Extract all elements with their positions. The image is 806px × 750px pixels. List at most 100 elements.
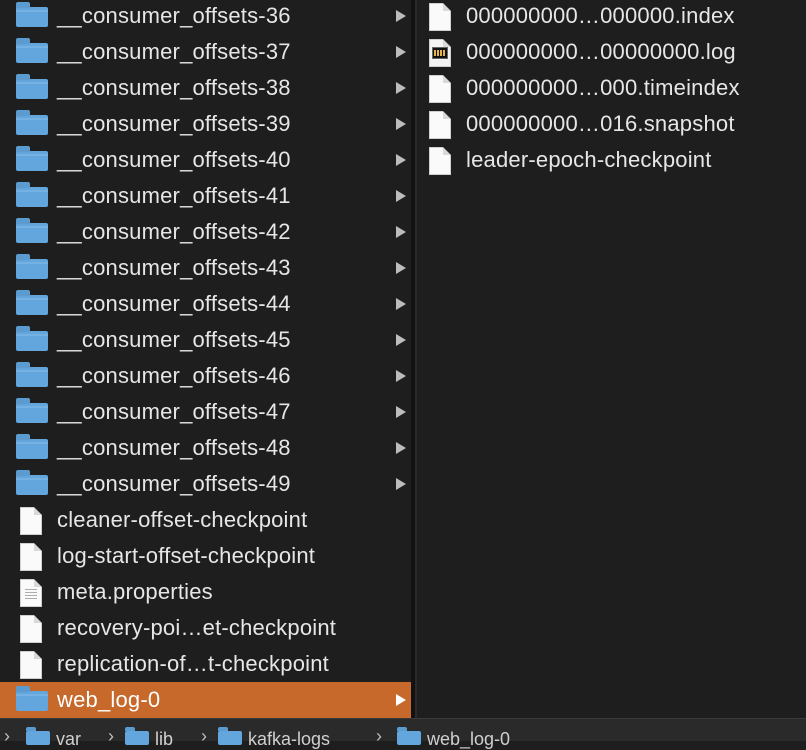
chevron-right-icon[interactable]	[396, 298, 406, 310]
right-file-list: 000000000…000000.index 000000000…00000000…	[415, 0, 806, 178]
item-label: __consumer_offsets-44	[57, 291, 291, 316]
folder-icon	[16, 38, 52, 65]
chevron-right-icon[interactable]	[396, 442, 406, 454]
folder-row[interactable]: __consumer_offsets-38	[0, 70, 411, 106]
chevron-right-icon[interactable]	[396, 226, 406, 238]
folder-icon	[16, 146, 52, 173]
item-label: __consumer_offsets-48	[57, 435, 291, 460]
folder-row[interactable]: __consumer_offsets-40	[0, 142, 411, 178]
item-label: leader-epoch-checkpoint	[466, 147, 712, 172]
document-icon	[425, 147, 461, 175]
file-row[interactable]: 000000000…016.snapshot	[415, 106, 806, 142]
document-icon	[16, 507, 52, 535]
item-label: 000000000…000.timeindex	[466, 75, 740, 100]
chevron-right-icon[interactable]	[396, 694, 406, 706]
folder-row[interactable]: __consumer_offsets-49	[0, 466, 411, 502]
item-label: 000000000…016.snapshot	[466, 111, 735, 136]
folder-icon	[16, 470, 52, 497]
folder-icon	[218, 727, 242, 745]
item-label: __consumer_offsets-42	[57, 219, 291, 244]
item-label: recovery-poi…et-checkpoint	[57, 615, 337, 640]
finder-column-left: __consumer_offsets-36 __consumer_offsets-…	[0, 0, 411, 718]
chevron-right-icon[interactable]	[396, 262, 406, 274]
item-label: __consumer_offsets-40	[57, 147, 291, 172]
item-label: 000000000…000000.index	[466, 3, 735, 28]
chevron-right-icon[interactable]	[396, 370, 406, 382]
folder-icon	[16, 434, 52, 461]
item-label: cleaner-offset-checkpoint	[57, 507, 308, 532]
file-row[interactable]: 000000000…000000.index	[415, 0, 806, 34]
folder-icon	[125, 727, 149, 745]
folder-icon	[16, 218, 52, 245]
folder-row[interactable]: __consumer_offsets-47	[0, 394, 411, 430]
document-icon	[16, 543, 52, 571]
item-label: __consumer_offsets-37	[57, 39, 291, 64]
folder-row[interactable]: __consumer_offsets-43	[0, 250, 411, 286]
file-row[interactable]: log-start-offset-checkpoint	[0, 538, 411, 574]
item-label: web_log-0	[57, 687, 161, 712]
chevron-right-icon[interactable]	[396, 334, 406, 346]
document-icon	[16, 615, 52, 643]
left-file-list: __consumer_offsets-36 __consumer_offsets-…	[0, 0, 411, 718]
path-separator: ›	[4, 726, 10, 746]
chevron-right-icon[interactable]	[396, 190, 406, 202]
item-label: __consumer_offsets-49	[57, 471, 291, 496]
chevron-right-icon[interactable]	[396, 118, 406, 130]
file-row[interactable]: replication-of…t-checkpoint	[0, 646, 411, 682]
folder-icon	[16, 290, 52, 317]
item-label: __consumer_offsets-46	[57, 363, 291, 388]
folder-icon	[16, 686, 52, 713]
file-row[interactable]: meta.properties	[0, 574, 411, 610]
item-label: meta.properties	[57, 579, 213, 604]
properties-document-icon	[16, 579, 52, 607]
file-row[interactable]: leader-epoch-checkpoint	[415, 142, 806, 178]
folder-icon	[16, 362, 52, 389]
folder-icon	[397, 727, 421, 745]
chevron-right-icon[interactable]	[396, 478, 406, 490]
folder-row[interactable]: __consumer_offsets-48	[0, 430, 411, 466]
document-icon	[425, 3, 461, 31]
item-label: __consumer_offsets-43	[57, 255, 291, 280]
folder-row[interactable]: __consumer_offsets-41	[0, 178, 411, 214]
file-row[interactable]: cleaner-offset-checkpoint	[0, 502, 411, 538]
log-file-icon	[425, 39, 461, 67]
chevron-right-icon[interactable]	[396, 10, 406, 22]
folder-row[interactable]: __consumer_offsets-42	[0, 214, 411, 250]
item-label: __consumer_offsets-45	[57, 327, 291, 352]
item-label: __consumer_offsets-41	[57, 183, 291, 208]
folder-row[interactable]: __consumer_offsets-45	[0, 322, 411, 358]
item-label: __consumer_offsets-38	[57, 75, 291, 100]
folder-row[interactable]: __consumer_offsets-44	[0, 286, 411, 322]
folder-row[interactable]: web_log-0	[0, 682, 411, 718]
path-separator: ›	[376, 726, 382, 746]
folder-row[interactable]: __consumer_offsets-39	[0, 106, 411, 142]
item-label: __consumer_offsets-36	[57, 3, 291, 28]
folder-icon	[16, 326, 52, 353]
document-icon	[16, 651, 52, 679]
item-label: __consumer_offsets-39	[57, 111, 291, 136]
folder-icon	[16, 254, 52, 281]
file-row[interactable]: 000000000…000.timeindex	[415, 70, 806, 106]
document-icon	[425, 75, 461, 103]
chevron-right-icon[interactable]	[396, 46, 406, 58]
chevron-right-icon[interactable]	[396, 82, 406, 94]
folder-icon	[16, 182, 52, 209]
document-icon	[425, 111, 461, 139]
folder-icon	[16, 74, 52, 101]
finder-column-right: 000000000…000000.index 000000000…00000000…	[415, 0, 806, 718]
folder-icon	[26, 727, 50, 745]
chevron-right-icon[interactable]	[396, 154, 406, 166]
folder-row[interactable]: __consumer_offsets-36	[0, 0, 411, 34]
file-row[interactable]: 000000000…00000000.log	[415, 34, 806, 70]
path-separator: ›	[108, 726, 114, 746]
chevron-right-icon[interactable]	[396, 406, 406, 418]
folder-icon	[16, 398, 52, 425]
folder-row[interactable]: __consumer_offsets-46	[0, 358, 411, 394]
item-label: 000000000…00000000.log	[466, 39, 736, 64]
path-bar: › › › › var lib kafka-logs web_log-0	[0, 718, 806, 749]
item-label: __consumer_offsets-47	[57, 399, 291, 424]
folder-icon	[16, 110, 52, 137]
folder-row[interactable]: __consumer_offsets-37	[0, 34, 411, 70]
file-row[interactable]: recovery-poi…et-checkpoint	[0, 610, 411, 646]
item-label: replication-of…t-checkpoint	[57, 651, 329, 676]
